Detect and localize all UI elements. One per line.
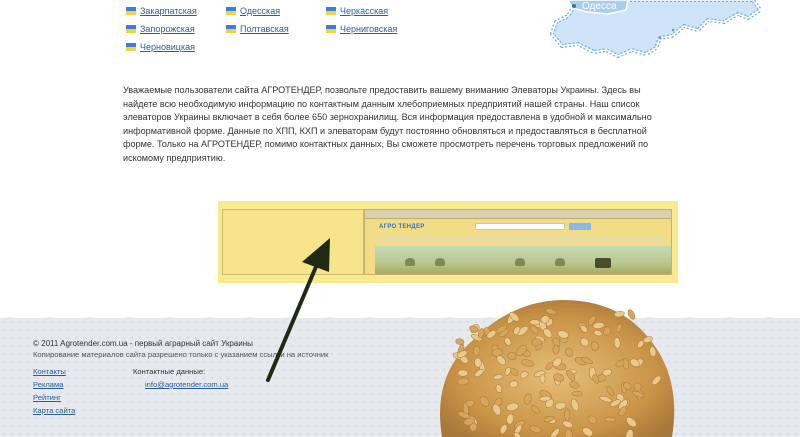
region-link-cherkaska[interactable]: Черкасская <box>326 6 388 16</box>
field-photo <box>375 246 671 274</box>
ukraine-flag-icon <box>326 7 336 15</box>
preview-search-box <box>475 223 565 230</box>
promo-banner[interactable]: АГРО ТЕНДЕР <box>218 201 678 283</box>
region-link-chernihivska[interactable]: Черниговская <box>326 24 397 34</box>
ukraine-map[interactable]: Одесса <box>548 0 800 62</box>
region-link-chernivetska[interactable]: Черновицкая <box>126 42 195 52</box>
preview-nav-bar <box>375 236 665 242</box>
region-link-label: Одесская <box>240 6 281 16</box>
region-link-zaporizka[interactable]: Запорожская <box>126 24 195 34</box>
intro-paragraph: Уважаемые пользователи сайта АГРОТЕНДЕР,… <box>123 85 652 163</box>
map-city-label: Одесса <box>582 1 617 12</box>
footer-link-contacts[interactable]: Контакты <box>33 367 66 376</box>
wheat-grain-pile-image <box>440 300 675 437</box>
harvester-icon <box>595 258 611 268</box>
footer-link-sitemap[interactable]: Карта сайта <box>33 406 75 415</box>
region-link-label: Черкасская <box>340 6 389 16</box>
ukraine-flag-icon <box>126 43 136 51</box>
footer-copy-notice: Копирование материалов сайта разрешено т… <box>33 350 329 359</box>
region-link-label: Черновицкая <box>140 42 195 52</box>
footer-link-rating[interactable]: Рейтинг <box>33 393 61 402</box>
footer-contact-label: Контактные данные: <box>133 367 206 376</box>
promo-placeholder-panel <box>222 209 364 275</box>
agrotender-logo: АГРО ТЕНДЕР <box>379 224 425 230</box>
ukraine-flag-icon <box>326 25 336 33</box>
site-screenshot-preview[interactable]: АГРО ТЕНДЕР <box>364 209 672 275</box>
region-link-label: Запорожская <box>140 24 195 34</box>
ukraine-flag-icon <box>126 7 136 15</box>
footer-link-advertising[interactable]: Реклама <box>33 380 63 389</box>
preview-search-button <box>569 223 591 230</box>
region-link-label: Полтавская <box>240 24 289 34</box>
footer-copyright: © 2011 Agrotender.com.ua - первый аграрн… <box>33 339 253 348</box>
region-link-zakarpatska[interactable]: Закарпатская <box>126 6 197 16</box>
ukraine-flag-icon <box>226 25 236 33</box>
browser-toolbar <box>365 210 671 219</box>
ukraine-flag-icon <box>226 7 236 15</box>
ukraine-flag-icon <box>126 25 136 33</box>
region-link-label: Закарпатская <box>140 6 197 16</box>
footer-contact-email[interactable]: info@agrotender.com.ua <box>145 380 228 389</box>
region-link-poltavska[interactable]: Полтавская <box>226 24 289 34</box>
region-link-label: Черниговская <box>340 24 398 34</box>
region-link-odeska[interactable]: Одесская <box>226 6 280 16</box>
